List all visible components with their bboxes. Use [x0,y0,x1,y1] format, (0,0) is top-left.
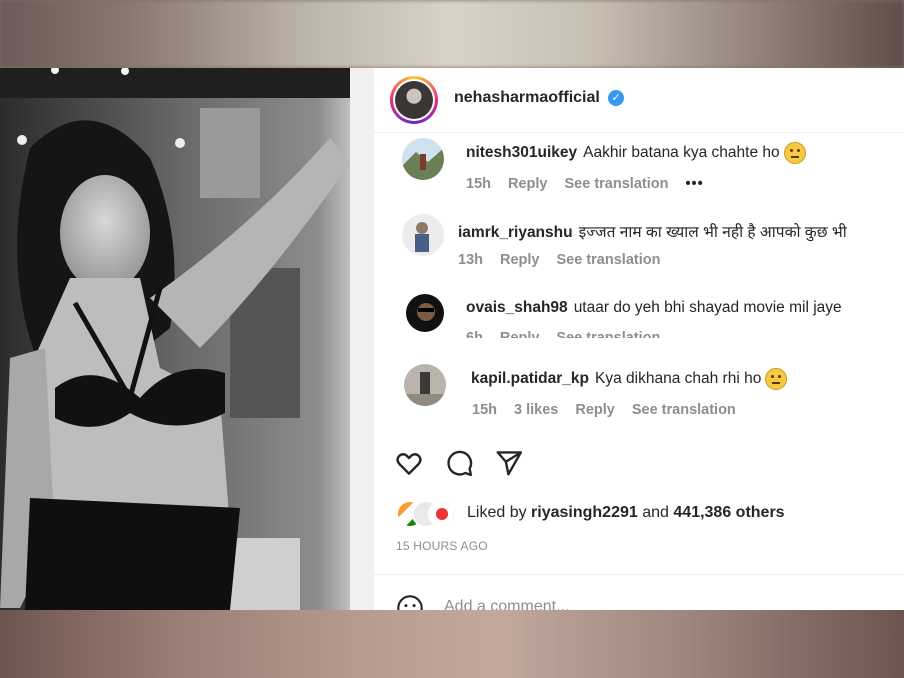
emoji-smile-icon[interactable] [396,594,424,610]
comment-time: 15h [466,176,491,192]
comment-text: ovais_shah98 utaar do yeh bhi shayad movi… [466,299,842,317]
post-header: nehasharmaofficial ✓ [374,68,904,133]
see-translation-button[interactable]: See translation [556,330,660,338]
likes-count[interactable]: 441,386 others [673,504,784,521]
comment-username[interactable]: ovais_shah98 [466,299,568,316]
liked-by-user[interactable]: riyasingh2291 [531,504,638,521]
divider [374,574,904,575]
comment-time: 6h [466,330,483,338]
reply-button[interactable]: Reply [500,252,540,268]
comment-text: kapil.patidar_kp Kya dikhana chah rhi ho [471,368,788,390]
see-translation-button[interactable]: See translation [565,176,669,192]
liked-by-label: Liked by [467,504,527,521]
comment-body: Aakhir batana kya chahte ho [583,144,780,162]
thinking-face-emoji [783,142,806,164]
author-username[interactable]: nehasharmaofficial [454,89,600,107]
commenter-avatar[interactable] [404,364,446,406]
post-timestamp[interactable]: 15 HOURS AGO [396,539,488,553]
see-translation-button[interactable]: See translation [557,252,661,268]
liker-avatar [428,500,456,528]
comment-item: kapil.patidar_kp Kya dikhana chah rhi ho … [374,362,904,426]
more-options-icon[interactable]: ••• [685,176,703,192]
comment-meta: 6h Reply See translation [466,330,677,338]
comment-item: nitesh301uikey Aakhir batana kya chahte h… [374,138,904,202]
blurred-background-bottom [0,610,904,678]
author-avatar[interactable] [390,76,438,124]
comment-text: iamrk_riyanshu इज्जत नाम का ख्याल भी नही … [458,220,847,242]
comment-body: utaar do yeh bhi shayad movie mil jaye [573,299,842,316]
commenter-avatar[interactable] [406,294,444,332]
verified-check-icon: ✓ [608,90,624,106]
comment-meta: 15h 3 likes Reply See translation [472,402,753,418]
add-comment-input[interactable]: Add a comment... [444,598,569,610]
comment-likes[interactable]: 3 likes [514,402,558,418]
comment-username[interactable]: kapil.patidar_kp [471,370,589,387]
commenter-avatar[interactable] [402,138,444,180]
post-photo[interactable] [0,68,374,610]
post-image-illustration [0,68,374,610]
reply-button[interactable]: Reply [500,330,540,338]
blurred-background-top [0,0,904,68]
comment-body: Kya dikhana chah rhi ho [595,370,762,388]
comment-meta: 13h Reply See translation [458,252,677,268]
reply-button[interactable]: Reply [508,176,548,192]
liked-by-and: and [642,504,669,521]
liked-by-text: Liked by riyasingh2291 and 441,386 other… [467,504,785,522]
comment-item: ovais_shah98 utaar do yeh bhi shayad movi… [374,292,904,338]
comment-text: nitesh301uikey Aakhir batana kya chahte h… [466,142,806,164]
comment-username[interactable]: nitesh301uikey [466,144,577,161]
post-details-panel: nehasharmaofficial ✓ nitesh301uikey Aakhi… [374,68,904,610]
comment-icon[interactable] [444,448,474,478]
frowning-face-emoji [765,368,788,390]
comment-meta: 15h Reply See translation ••• [466,176,721,192]
comment-username[interactable]: iamrk_riyanshu [458,224,573,241]
heart-icon[interactable] [394,448,424,478]
comment-item: iamrk_riyanshu इज्जत नाम का ख्याल भी नही … [374,214,904,278]
comment-time: 15h [472,402,497,418]
see-translation-button[interactable]: See translation [632,402,736,418]
comment-body: इज्जत नाम का ख्याल भी नही है आपको कुछ भी [578,224,847,241]
comment-time: 13h [458,252,483,268]
share-icon[interactable] [494,448,524,478]
commenter-avatar[interactable] [402,214,444,256]
reply-button[interactable]: Reply [575,402,615,418]
